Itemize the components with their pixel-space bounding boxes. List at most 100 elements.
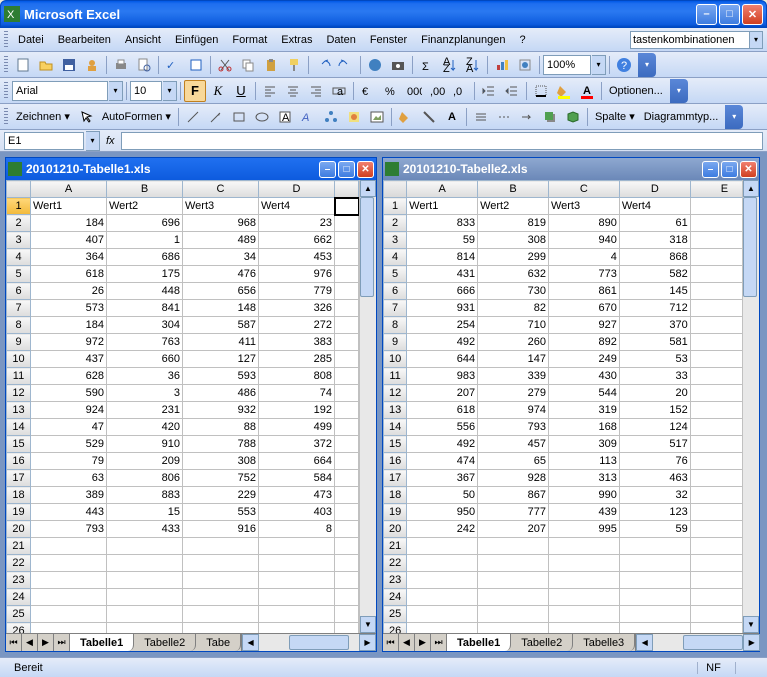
cell[interactable]: 841 [107, 300, 183, 317]
fill-color-icon[interactable] [553, 80, 575, 102]
cell[interactable]: 457 [478, 436, 549, 453]
permissions-icon[interactable] [81, 54, 103, 76]
cell[interactable] [259, 623, 335, 634]
clipart-icon[interactable] [343, 106, 365, 128]
cell[interactable]: 573 [31, 300, 107, 317]
tab-last-icon[interactable]: ⏭ [54, 634, 70, 651]
row-header[interactable]: 25 [7, 606, 31, 623]
row-header[interactable]: 1 [7, 198, 31, 215]
chart-icon[interactable] [491, 54, 513, 76]
cell[interactable] [619, 538, 690, 555]
cell[interactable]: Wert4 [259, 198, 335, 215]
row-header[interactable]: 10 [7, 351, 31, 368]
cell[interactable] [619, 555, 690, 572]
row-header[interactable]: 13 [7, 402, 31, 419]
row-header[interactable]: 3 [7, 232, 31, 249]
cell[interactable]: 806 [107, 470, 183, 487]
menubar-grip[interactable] [4, 31, 8, 49]
cell[interactable]: 773 [548, 266, 619, 283]
row-header[interactable]: 23 [7, 572, 31, 589]
cell[interactable] [335, 555, 359, 572]
row-header[interactable]: 6 [384, 283, 407, 300]
cell[interactable]: 76 [619, 453, 690, 470]
toolbar-overflow[interactable]: ▾ [638, 53, 656, 77]
cell[interactable]: 123 [619, 504, 690, 521]
chart-type-button[interactable]: Diagrammtyp... [640, 111, 723, 123]
cell[interactable]: 584 [259, 470, 335, 487]
horizontal-scrollbar[interactable]: ◀ ▶ [241, 634, 376, 651]
cell[interactable] [548, 555, 619, 572]
cell[interactable] [335, 538, 359, 555]
cell[interactable]: 587 [183, 317, 259, 334]
tab-next-icon[interactable]: ▶ [415, 634, 431, 651]
cell[interactable]: 184 [31, 215, 107, 232]
menu-fenster[interactable]: Fenster [363, 31, 414, 49]
row-header[interactable]: 12 [7, 385, 31, 402]
cell[interactable]: 793 [478, 419, 549, 436]
picture-icon[interactable] [366, 106, 388, 128]
wb-minimize-button[interactable]: – [702, 161, 719, 178]
sheet-tab[interactable]: Tabelle1 [70, 634, 134, 651]
wb-maximize-button[interactable]: □ [338, 161, 355, 178]
cell[interactable] [335, 300, 359, 317]
cell[interactable]: 632 [478, 266, 549, 283]
copy-icon[interactable] [237, 54, 259, 76]
column-header[interactable]: C [183, 181, 259, 198]
cell[interactable]: 308 [478, 232, 549, 249]
column-header[interactable]: D [259, 181, 335, 198]
cell[interactable]: 437 [31, 351, 107, 368]
cell[interactable]: 517 [619, 436, 690, 453]
cell[interactable]: 319 [548, 402, 619, 419]
cell[interactable]: 370 [619, 317, 690, 334]
column-header[interactable]: B [478, 181, 549, 198]
line-icon[interactable] [182, 106, 204, 128]
autoshapes-menu[interactable]: AutoFormen ▾ [98, 110, 175, 123]
fx-button[interactable]: fx [102, 135, 119, 147]
cell[interactable] [407, 606, 478, 623]
cell[interactable] [259, 572, 335, 589]
cell[interactable]: 364 [31, 249, 107, 266]
help-icon[interactable]: ? [613, 54, 635, 76]
cell[interactable]: 867 [478, 487, 549, 504]
cell[interactable]: 88 [183, 419, 259, 436]
cell[interactable] [107, 606, 183, 623]
row-header[interactable]: 5 [7, 266, 31, 283]
tab-first-icon[interactable]: ⏮ [6, 634, 22, 651]
tab-first-icon[interactable]: ⏮ [383, 634, 399, 651]
cell[interactable] [335, 589, 359, 606]
minimize-button[interactable]: – [696, 4, 717, 25]
tab-prev-icon[interactable]: ◀ [22, 634, 38, 651]
options-button[interactable]: Optionen... [605, 85, 667, 97]
row-header[interactable]: 24 [384, 589, 407, 606]
cell[interactable]: 299 [478, 249, 549, 266]
cell[interactable]: 892 [548, 334, 619, 351]
menu-help[interactable]: ? [513, 31, 533, 49]
cell[interactable]: 439 [548, 504, 619, 521]
cell[interactable]: 670 [548, 300, 619, 317]
cell[interactable]: 209 [107, 453, 183, 470]
cell[interactable] [183, 555, 259, 572]
cell[interactable]: 285 [259, 351, 335, 368]
cell[interactable]: 710 [478, 317, 549, 334]
cell[interactable]: 207 [478, 521, 549, 538]
cell[interactable]: 453 [259, 249, 335, 266]
cell[interactable]: Wert2 [478, 198, 549, 215]
cell[interactable]: 463 [619, 470, 690, 487]
cell[interactable]: 814 [407, 249, 478, 266]
cell[interactable] [407, 623, 478, 634]
sheet-tab[interactable]: Tabelle2 [511, 634, 573, 651]
cell[interactable] [335, 470, 359, 487]
open-icon[interactable] [35, 54, 57, 76]
scroll-up-icon[interactable]: ▲ [360, 180, 376, 197]
sheet-tab[interactable]: Tabelle2 [134, 634, 196, 651]
cell[interactable]: 389 [31, 487, 107, 504]
vscroll-thumb[interactable] [360, 197, 374, 297]
spelling-icon[interactable]: ✓ [162, 54, 184, 76]
cell[interactable] [183, 606, 259, 623]
cell[interactable]: 861 [548, 283, 619, 300]
cell[interactable]: 474 [407, 453, 478, 470]
cell[interactable] [548, 589, 619, 606]
cell[interactable]: 50 [407, 487, 478, 504]
toolbar-grip-3[interactable] [4, 108, 8, 126]
comma-style-icon[interactable]: 000 [403, 80, 425, 102]
